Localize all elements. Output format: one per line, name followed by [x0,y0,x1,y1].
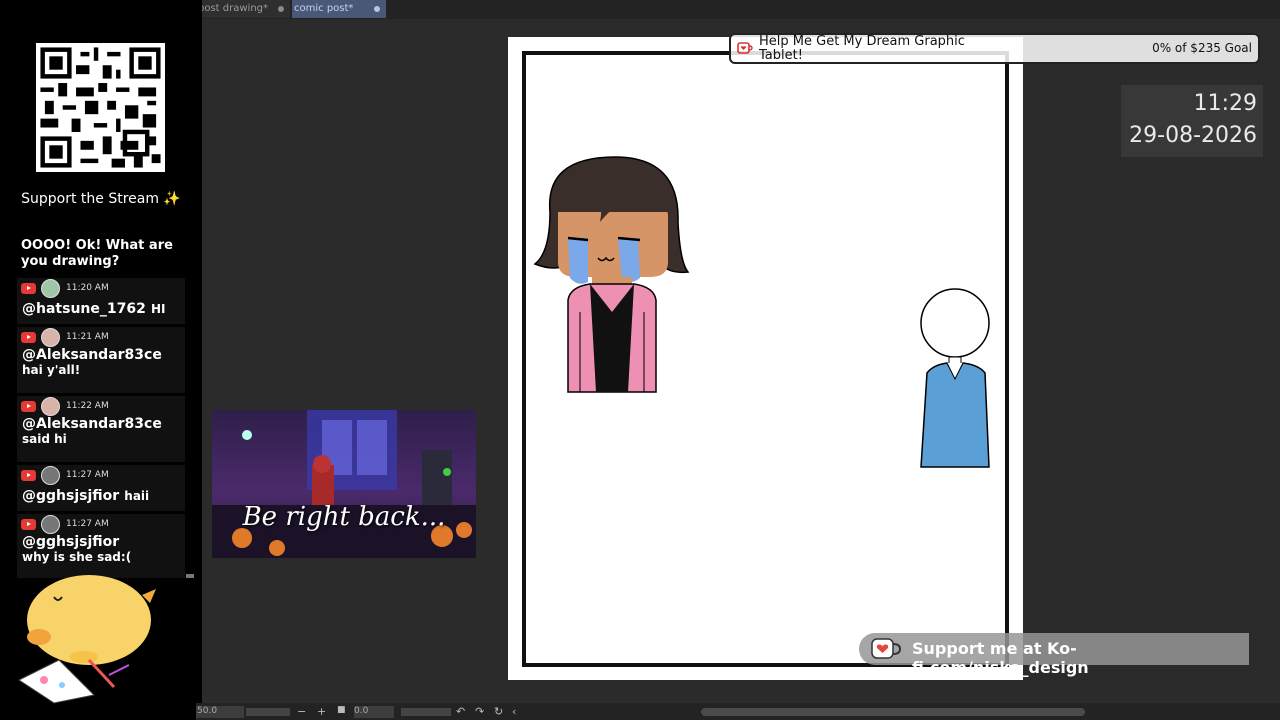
chat-message: 11:22 AM @Aleksandar83ce said hi [17,396,185,462]
rotation-slider[interactable] [401,708,451,716]
comic-page[interactable] [508,37,1023,680]
kofi-cup-icon [737,42,753,54]
rotate-right-icon[interactable]: ↷ [475,705,484,718]
clock-widget: 11:29 29-08-2026 [1121,85,1263,157]
youtube-icon [21,519,36,530]
chat-time: 11:20 AM [66,283,109,293]
youtube-icon [21,470,36,481]
support-title: Support the Stream ✨ [21,191,181,207]
chat-body: hai y'all! [22,363,81,377]
close-icon[interactable] [278,6,284,12]
avatar [41,466,60,485]
be-right-back-card: Be right back... [212,410,476,558]
youtube-icon [21,401,36,412]
close-icon[interactable] [374,6,380,12]
chat-message: 11:21 AM @Aleksandar83ce hai y'all! [17,327,185,393]
zoom-out-button[interactable]: − [297,705,306,718]
zoom-slider[interactable] [246,708,290,716]
tab-label: comic post* [294,3,354,14]
goal-progress: 0% of $235 Goal [1152,41,1252,55]
chat-body: haii [124,489,150,503]
stream-sidebar: Support the Stream ✨ OOOO! Ok! What are … [0,0,202,720]
document-tab-bar: post drawing* comic post* [196,0,1280,19]
chat-username: @Aleksandar83ce [22,347,162,363]
reset-rotation-icon[interactable]: ↻ [494,705,503,718]
zoom-in-button[interactable]: + [317,705,326,718]
live-chat: OOOO! Ok! What are you drawing? 11:20 AM… [17,238,185,578]
tab-label: post drawing* [198,3,269,14]
brb-text: Be right back... [242,502,446,532]
tab-post-drawing[interactable]: post drawing* [196,0,290,18]
qr-code[interactable] [36,43,165,172]
chat-time: 11:27 AM [66,519,109,529]
chat-body: said hi [22,432,67,446]
avatar [41,279,60,298]
chat-username: @gghsjsjfior [22,534,120,550]
rotation-input[interactable]: 0.0 [354,706,394,718]
donation-goal-bar: Help Me Get My Dream Graphic Tablet! 0% … [729,33,1260,64]
chat-time: 11:22 AM [66,401,109,411]
rotate-left-icon[interactable]: ↶ [456,705,465,718]
horizontal-scrollbar[interactable] [701,708,1085,716]
chat-scrollbar[interactable] [186,574,194,578]
kofi-cup-icon [871,638,901,659]
chat-message: 11:20 AM @hatsune_1762 HI [17,278,185,324]
fit-page-icon[interactable]: ■ [337,705,346,715]
goal-title: Help Me Get My Dream Graphic Tablet! [759,34,965,63]
flip-icon[interactable]: ‹ [512,705,516,718]
blank-figure-illustration [920,288,990,468]
chat-time: 11:21 AM [66,332,109,342]
youtube-icon [21,332,36,343]
brb-background-art [212,410,476,558]
mascot-chick-illustration [17,575,156,704]
avatar [41,515,60,534]
avatar [41,328,60,347]
chat-username: @gghsjsjfior [22,488,120,504]
clock-time: 11:29 [1193,91,1257,116]
chat-message-text: OOOO! Ok! What are you drawing? [21,238,173,269]
chat-message: 11:27 AM @gghsjsjfior why is she sad:( [17,514,185,578]
chat-username: @hatsune_1762 [22,301,146,317]
chat-body: why is she sad:( [22,550,132,564]
chat-body: HI [150,302,166,316]
status-bar: 50.0 − + ■ 0.0 ↶ ↷ ↻ ‹ [196,703,1280,720]
clock-date: 29-08-2026 [1129,123,1257,148]
chat-time: 11:27 AM [66,470,109,480]
kofi-banner: Support me at Ko-fi.com/nisko_design [859,633,1249,677]
chat-message: 11:27 AM @gghsjsjfior haii [17,465,185,511]
tab-comic-post[interactable]: comic post* [292,0,386,18]
kofi-text: Support me at Ko-fi.com/nisko_design [912,639,1089,677]
youtube-icon [21,283,36,294]
chat-username: @Aleksandar83ce [22,416,162,432]
crying-girl-illustration [533,156,690,393]
zoom-input[interactable]: 50.0 [196,706,244,718]
avatar [41,397,60,416]
